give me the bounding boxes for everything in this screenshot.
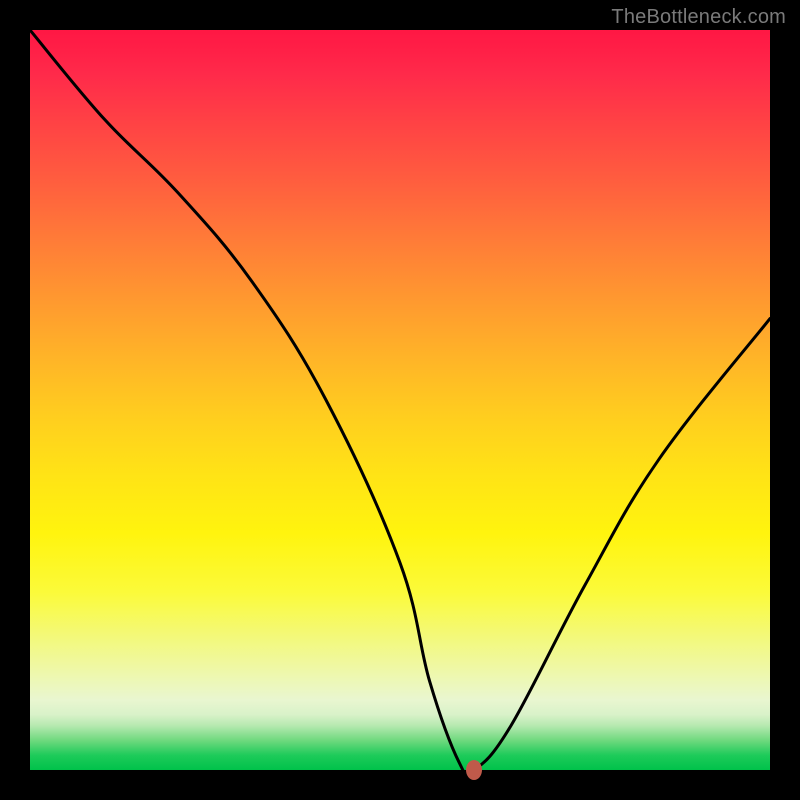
curve-path xyxy=(30,30,770,770)
chart-curve xyxy=(30,30,770,770)
plot-area xyxy=(30,30,770,770)
optimal-marker xyxy=(466,760,482,780)
chart-frame: TheBottleneck.com xyxy=(0,0,800,800)
watermark-text: TheBottleneck.com xyxy=(611,6,786,29)
